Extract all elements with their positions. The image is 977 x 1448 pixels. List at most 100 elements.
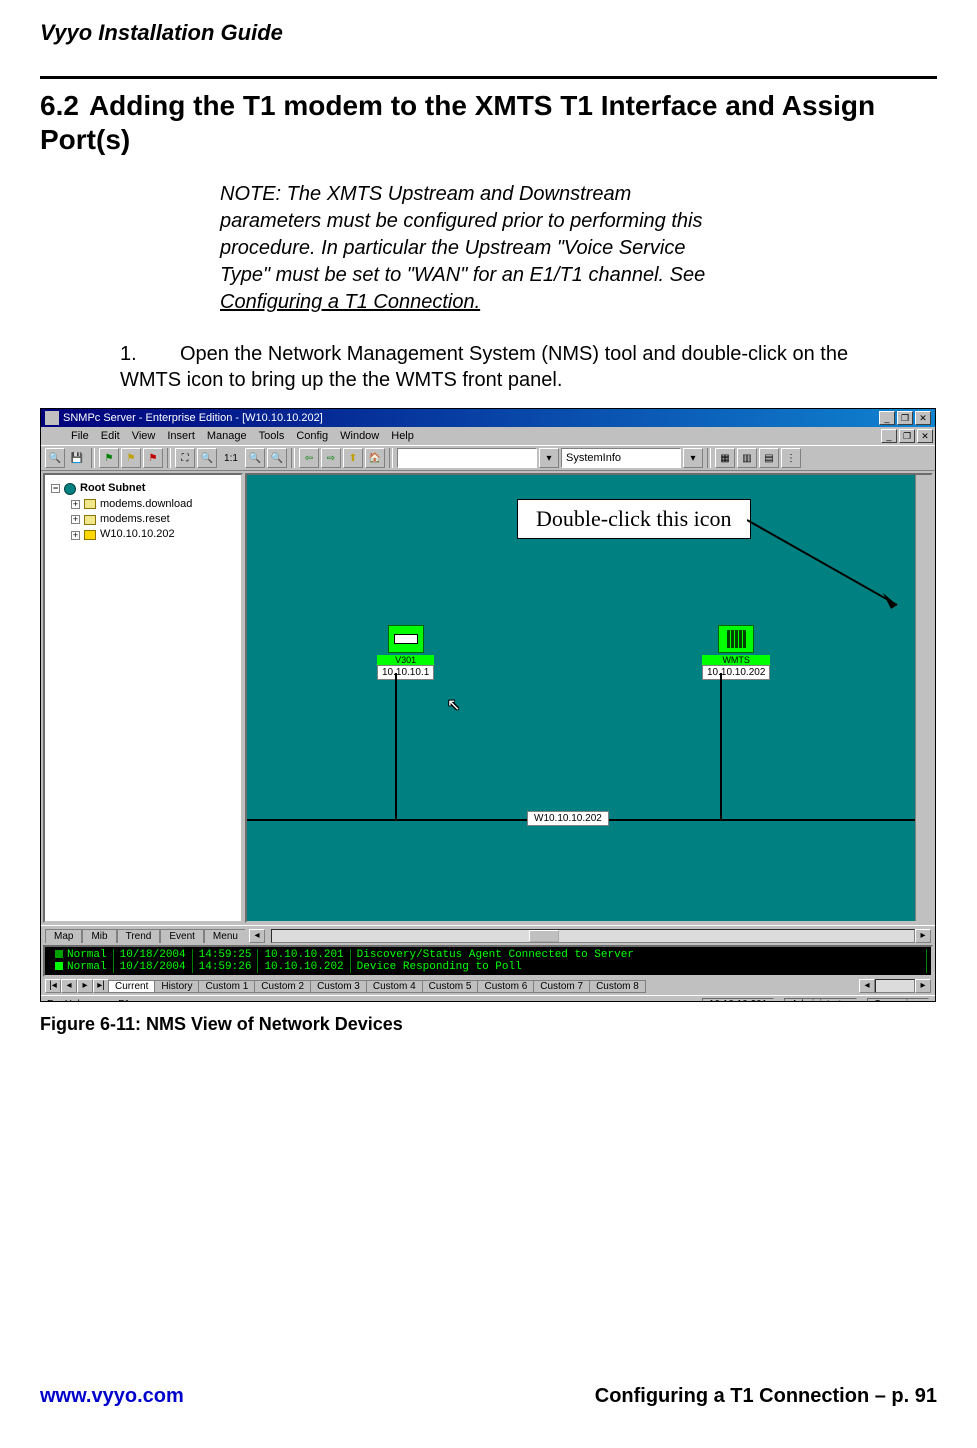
event-hscroll[interactable] <box>875 979 915 993</box>
event-tab-current[interactable]: Current <box>108 980 155 993</box>
menu-tools[interactable]: Tools <box>259 430 285 442</box>
device-name: V301 <box>377 655 434 665</box>
address-dropdown-icon[interactable]: ▾ <box>539 448 559 468</box>
forward-icon[interactable]: ⇨ <box>321 448 341 468</box>
child-close-button[interactable]: ✕ <box>917 429 933 443</box>
layout1-icon[interactable]: ▦ <box>715 448 735 468</box>
status-role: Supervisor <box>867 998 929 1002</box>
address-input[interactable] <box>397 448 537 468</box>
fit-icon[interactable]: ⛶ <box>175 448 195 468</box>
event-tab-c6[interactable]: Custom 6 <box>477 980 534 993</box>
step-number: 1. <box>120 341 180 367</box>
scroll-left-button[interactable]: ◂ <box>249 929 265 943</box>
event-tab-c8[interactable]: Custom 8 <box>589 980 646 993</box>
horizontal-scrollbar[interactable] <box>271 929 915 943</box>
tab-menu[interactable]: Menu <box>204 929 247 943</box>
event-scroll-right[interactable]: ▸ <box>915 979 931 993</box>
layout4-icon[interactable]: ⋮ <box>781 448 801 468</box>
expand-icon[interactable]: + <box>71 500 80 509</box>
flag-green-icon[interactable]: ⚑ <box>99 448 119 468</box>
scroll-right-button[interactable]: ▸ <box>915 929 931 943</box>
mib-dropdown-icon[interactable]: ▾ <box>683 448 703 468</box>
device-wmts[interactable]: WMTS 10.10.10.202 <box>702 625 770 680</box>
tab-next-button[interactable]: ▸ <box>77 979 93 993</box>
zoom-out-icon[interactable]: 🔍 <box>267 448 287 468</box>
event-log[interactable]: Normal 10/18/2004 14:59:25 10.10.10.201 … <box>43 945 933 977</box>
event-tab-c1[interactable]: Custom 1 <box>198 980 255 993</box>
event-ip: 10.10.10.201 <box>258 949 350 961</box>
event-tab-c4[interactable]: Custom 4 <box>366 980 423 993</box>
note-link: Configuring a T1 Connection. <box>220 291 480 313</box>
binoculars-icon[interactable]: 🔍 <box>45 448 65 468</box>
event-msg: Device Responding to Poll <box>351 961 927 973</box>
home-icon[interactable]: 🏠 <box>365 448 385 468</box>
tree-pane[interactable]: − Root Subnet + modems.download + modems… <box>43 473 243 923</box>
event-tab-history[interactable]: History <box>154 980 199 993</box>
tree-item-wmts[interactable]: + W10.10.10.202 <box>71 527 235 542</box>
menu-file[interactable]: File <box>71 430 89 442</box>
layout2-icon[interactable]: ▥ <box>737 448 757 468</box>
child-minimize-button[interactable]: _ <box>881 429 897 443</box>
tab-last-button[interactable]: ▸| <box>93 979 109 993</box>
section-title: Adding the T1 modem to the XMTS T1 Inter… <box>40 90 875 155</box>
event-tab-c2[interactable]: Custom 2 <box>254 980 311 993</box>
event-tab-c3[interactable]: Custom 3 <box>310 980 367 993</box>
event-tab-c7[interactable]: Custom 7 <box>533 980 590 993</box>
vertical-scrollbar[interactable] <box>915 475 931 921</box>
menu-insert[interactable]: Insert <box>167 430 195 442</box>
tab-mib[interactable]: Mib <box>82 929 116 943</box>
up-icon[interactable]: ⬆ <box>343 448 363 468</box>
zoom-reset-icon[interactable]: 🔍 <box>197 448 217 468</box>
expand-icon[interactable]: + <box>71 515 80 524</box>
status-square-icon <box>55 962 63 970</box>
status-help: For Help, press F1 <box>47 999 130 1002</box>
collapse-icon[interactable]: − <box>51 484 60 493</box>
event-row[interactable]: Normal 10/18/2004 14:59:26 10.10.10.202 … <box>49 961 927 973</box>
event-msg: Discovery/Status Agent Connected to Serv… <box>351 949 927 961</box>
menu-manage[interactable]: Manage <box>207 430 247 442</box>
zoom-in-icon[interactable]: 🔍 <box>245 448 265 468</box>
close-button[interactable]: ✕ <box>915 411 931 425</box>
tab-event[interactable]: Event <box>160 929 204 943</box>
zoom-label: 1:1 <box>219 448 243 468</box>
tab-first-button[interactable]: |◂ <box>45 979 61 993</box>
event-scroll-left[interactable]: ◂ <box>859 979 875 993</box>
mib-select[interactable] <box>561 448 681 468</box>
maximize-button[interactable]: ❐ <box>897 411 913 425</box>
nms-screenshot: SNMPc Server - Enterprise Edition - [W10… <box>40 408 936 1002</box>
status-ip: 10.10.10.201 <box>702 998 774 1002</box>
back-icon[interactable]: ⇦ <box>299 448 319 468</box>
flag-red-icon[interactable]: ⚑ <box>143 448 163 468</box>
tree-item-reset[interactable]: + modems.reset <box>71 512 235 527</box>
child-maximize-button[interactable]: ❐ <box>899 429 915 443</box>
save-icon[interactable]: 💾 <box>67 448 87 468</box>
menu-help[interactable]: Help <box>391 430 414 442</box>
map-canvas[interactable]: Double-click this icon V301 10.10.10.1 <box>245 473 933 923</box>
step-1: 1.Open the Network Management System (NM… <box>120 341 897 393</box>
tab-map[interactable]: Map <box>45 929 82 943</box>
menu-window[interactable]: Window <box>340 430 379 442</box>
expand-icon[interactable]: + <box>71 531 80 540</box>
device-ip: 10.10.10.1 <box>377 665 434 680</box>
menu-edit[interactable]: Edit <box>101 430 120 442</box>
event-row[interactable]: Normal 10/18/2004 14:59:25 10.10.10.201 … <box>49 949 927 961</box>
menu-view[interactable]: View <box>132 430 156 442</box>
step-text: Open the Network Management System (NMS)… <box>120 343 848 391</box>
page-footer: www.vyyo.com Configuring a T1 Connection… <box>40 1385 937 1408</box>
app-icon <box>45 411 59 425</box>
tree-root[interactable]: − Root Subnet <box>51 481 235 496</box>
menu-config[interactable]: Config <box>296 430 328 442</box>
device-v301[interactable]: V301 10.10.10.1 <box>377 625 434 680</box>
tab-trend[interactable]: Trend <box>117 929 161 943</box>
event-ip: 10.10.10.202 <box>258 961 350 973</box>
footer-link[interactable]: www.vyyo.com <box>40 1385 184 1408</box>
status-square-icon <box>55 950 63 958</box>
event-tabs: |◂ ◂ ▸ ▸| Current History Custom 1 Custo… <box>41 977 935 995</box>
event-tab-c5[interactable]: Custom 5 <box>422 980 479 993</box>
layout3-icon[interactable]: ▤ <box>759 448 779 468</box>
minimize-button[interactable]: _ <box>879 411 895 425</box>
note-block: NOTE: The XMTS Upstream and Downstream p… <box>220 181 707 316</box>
tree-item-download[interactable]: + modems.download <box>71 497 235 512</box>
tab-prev-button[interactable]: ◂ <box>61 979 77 993</box>
flag-yellow-icon[interactable]: ⚑ <box>121 448 141 468</box>
